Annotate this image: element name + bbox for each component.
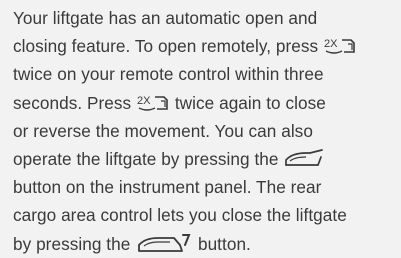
line-9-text-a: by pressing the — [13, 233, 131, 254]
instructions-panel: Your liftgate has an automatic open and … — [0, 0, 401, 254]
line-1: Your liftgate has an automatic open and — [13, 8, 318, 28]
line-5: or reverse the movement. You can also — [13, 120, 313, 141]
line-2-text: closing feature. To open remotely, press — [13, 36, 319, 57]
line-9: by pressing the button. — [13, 230, 401, 258]
line-3: twice on your remote control within thre… — [13, 64, 324, 85]
line-7: button on the instrument panel. The rear — [13, 177, 322, 198]
line-6-text: operate the liftgate by pressing the — [13, 149, 279, 170]
line-4: seconds. Press 2X twice again to close — [13, 89, 401, 117]
line-9-text-b: button. — [197, 233, 251, 254]
line-2: closing feature. To open remotely, press… — [13, 32, 401, 60]
line-6: operate the liftgate by pressing the — [13, 145, 401, 173]
line-4-text-a: seconds. Press — [13, 92, 132, 113]
svg-text:2X: 2X — [324, 38, 338, 50]
remote-2x-liftgate-icon: 2X — [137, 93, 169, 113]
line-4-text-b: twice again to close — [174, 92, 326, 113]
liftgate-instructions: Your liftgate has an automatic open and … — [13, 4, 401, 258]
svg-text:2X: 2X — [137, 95, 151, 107]
liftgate-close-icon — [136, 232, 192, 254]
liftgate-open-icon — [284, 149, 326, 169]
remote-2x-liftgate-icon: 2X — [324, 36, 356, 56]
line-8: cargo area control lets you close the li… — [13, 205, 347, 226]
